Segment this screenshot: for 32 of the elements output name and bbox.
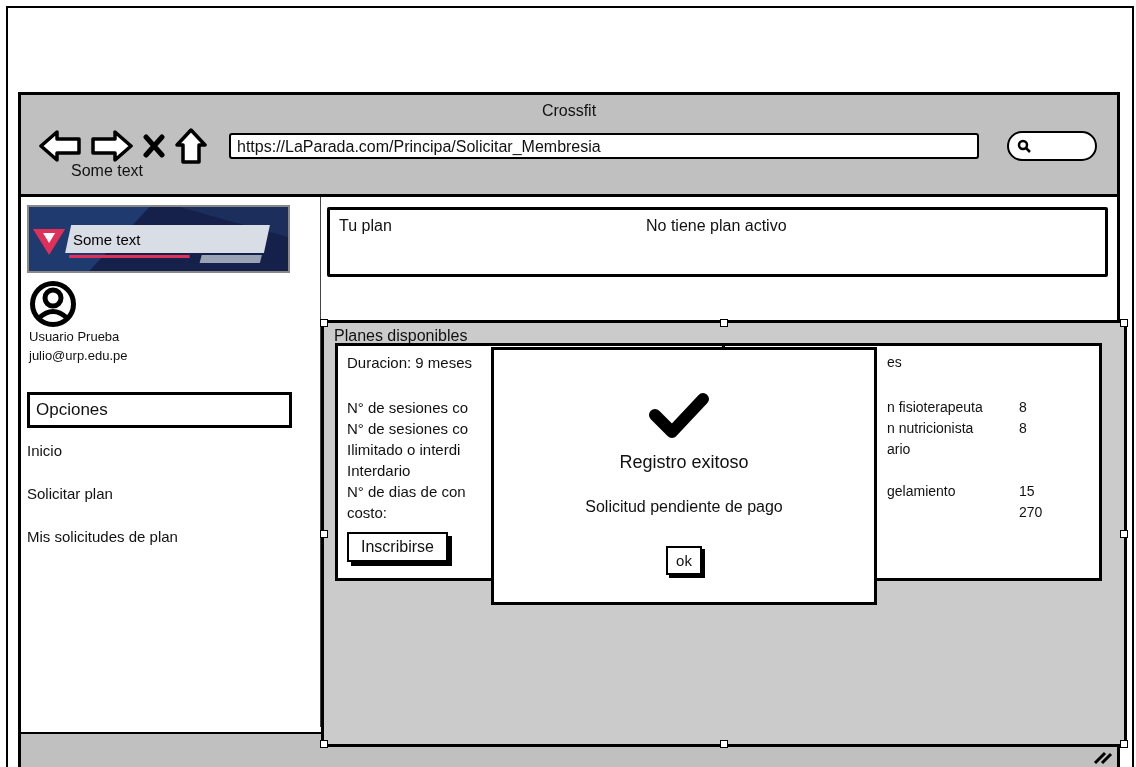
plan-detail-label: N° de sesiones co [347, 398, 469, 418]
plan-detail-label: Interdario [347, 461, 411, 481]
panel-title: Planes disponibles [334, 327, 468, 345]
caption-label: Some text [71, 162, 144, 180]
plan-detail-value: 270 [1019, 503, 1043, 522]
menu-item[interactable]: Mis solicitudes de plan [27, 522, 178, 551]
plan-detail-label: es [887, 353, 903, 372]
menu-header: Opciones [27, 392, 292, 428]
plan-detail-value: 8 [1019, 419, 1027, 438]
dialog-message: Solicitud pendiente de pago [585, 498, 783, 516]
plan-detail-label: N° de dias de con [347, 482, 466, 502]
plan-label: Tu plan [339, 217, 392, 235]
plan-detail-label: n fisioterapeuta [887, 398, 984, 417]
window-title: Crossfit [540, 101, 598, 120]
plan-detail-label: costo: [347, 503, 388, 523]
plan-detail-label: n nutricionista [887, 419, 975, 438]
plan-detail-label: ario [887, 440, 912, 459]
plan-detail-value: 8 [1019, 398, 1027, 417]
address-field[interactable]: https://LaParada.com/Principa/Solicitar_Membresia [229, 133, 979, 159]
plan-detail-label: gelamiento [887, 482, 957, 501]
caption-label: Some text [73, 231, 141, 248]
menu-item[interactable]: Inicio [27, 436, 63, 465]
user-email: julio@urp.edu.pe [29, 347, 128, 365]
plan-detail-value: 15 [1019, 482, 1035, 501]
plan-status: No tiene plan activo [646, 217, 787, 235]
ok-button[interactable]: ok [666, 546, 702, 575]
plan-detail-label: Duracion: 9 meses [347, 353, 473, 373]
plan-detail-label: Ilimitado o interdi [347, 440, 461, 460]
user-name: Usuario Prueba [29, 328, 120, 346]
plan-detail-label: N° de sesiones co [347, 419, 469, 439]
menu-item[interactable]: Solicitar plan [27, 479, 113, 508]
dialog-title: Registro exitoso [619, 452, 749, 473]
